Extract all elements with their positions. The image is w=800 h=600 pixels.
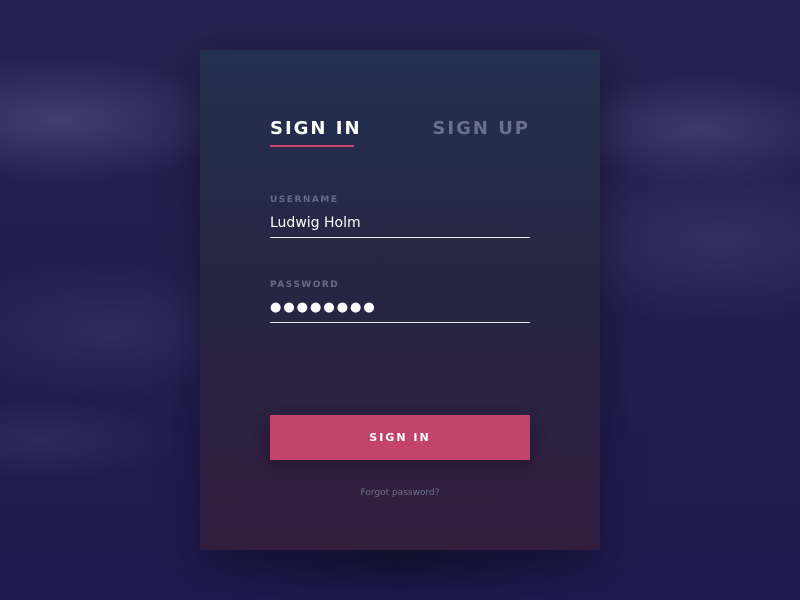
tab-sign-in[interactable]: SIGN IN: [270, 118, 362, 147]
tab-sign-up[interactable]: SIGN UP: [432, 118, 530, 139]
username-input[interactable]: Ludwig Holm: [270, 213, 530, 238]
tab-sign-up-label: SIGN UP: [432, 118, 530, 139]
tab-sign-in-label: SIGN IN: [270, 118, 362, 139]
auth-card: SIGN IN SIGN UP USERNAME Ludwig Holm PAS…: [200, 50, 600, 550]
password-input[interactable]: ●●●●●●●●: [270, 298, 530, 323]
sign-in-button[interactable]: SIGN IN: [270, 415, 530, 460]
username-label: USERNAME: [270, 195, 339, 205]
auth-tabs: SIGN IN SIGN UP: [270, 118, 530, 150]
password-field: PASSWORD ●●●●●●●●: [270, 279, 530, 323]
forgot-password-link[interactable]: Forgot password?: [270, 488, 530, 498]
username-field: USERNAME Ludwig Holm: [270, 194, 530, 238]
password-label: PASSWORD: [270, 280, 340, 290]
active-tab-underline: [270, 145, 354, 147]
